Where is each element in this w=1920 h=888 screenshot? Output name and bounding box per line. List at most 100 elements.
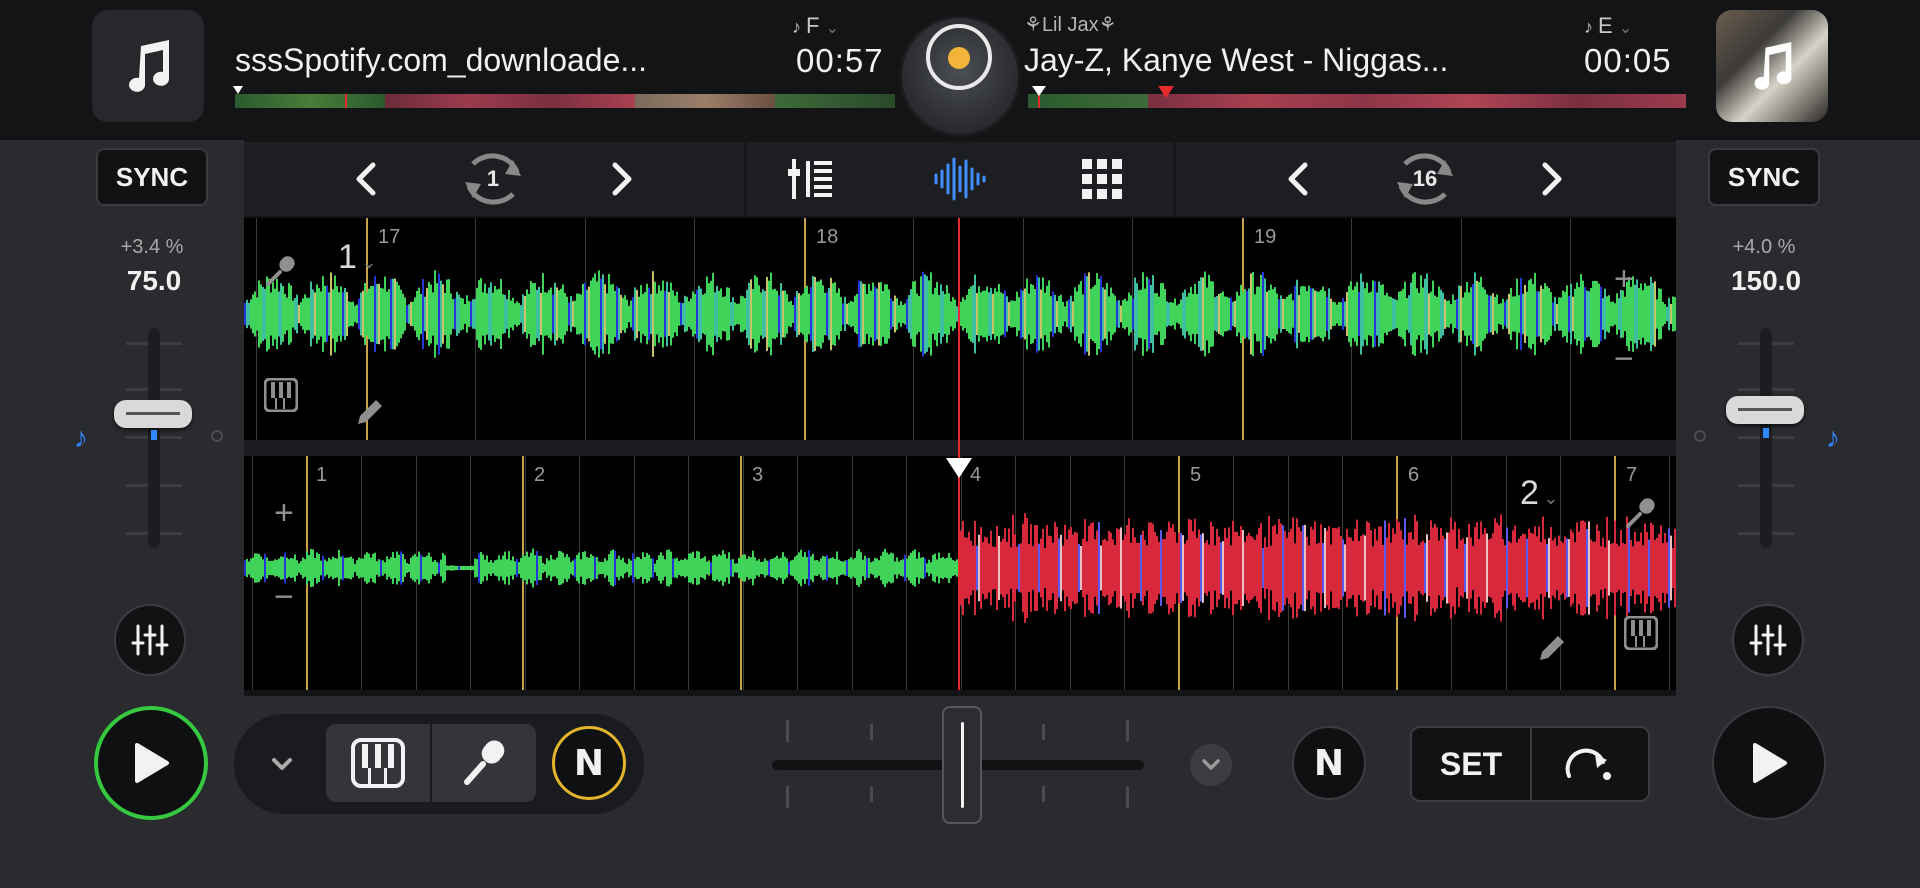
- waveform-sample: [802, 556, 804, 580]
- waveform-sample: [380, 560, 382, 576]
- deck2-number[interactable]: 2 ⌄: [1520, 474, 1558, 513]
- deck1-sync-button[interactable]: SYNC: [96, 148, 208, 206]
- music-note-icon[interactable]: ♪: [1826, 422, 1840, 454]
- minus-icon[interactable]: −: [1614, 340, 1634, 379]
- waveform-sample: [358, 298, 360, 330]
- waveform-sample: [1508, 293, 1510, 335]
- deck2-track-title[interactable]: Jay-Z, Kanye West - Niggas...: [1024, 42, 1448, 79]
- waveform-sample: [1030, 283, 1032, 345]
- waveform-sample: [572, 560, 574, 576]
- deck2-waveform[interactable]: 1 2 3 4 5 6 7 2 ⌄ + −: [244, 456, 1676, 690]
- waveform-sample: [536, 551, 538, 585]
- waveform-sample: [1546, 543, 1548, 593]
- neural-mix-button-deck2[interactable]: N: [1292, 726, 1366, 800]
- waveform-sample: [688, 301, 690, 327]
- waveform-sample: [450, 293, 452, 335]
- mixer-view-button[interactable]: [786, 150, 838, 208]
- waveform-sample: [556, 287, 558, 341]
- deck2-sync-button[interactable]: SYNC: [1708, 148, 1820, 206]
- waveform-sample: [1422, 540, 1424, 596]
- waveform-sample: [416, 290, 418, 338]
- waveform-sample: [844, 296, 846, 332]
- neural-mix-button-deck1[interactable]: N: [552, 726, 626, 800]
- chevron-down-icon: ⌄: [825, 20, 839, 37]
- set-cue-button[interactable]: SET: [1412, 728, 1530, 800]
- pencil-icon[interactable]: [352, 396, 386, 435]
- deck1-artwork[interactable]: [92, 10, 204, 122]
- waveform-sample: [254, 553, 256, 583]
- crossfader-thumb[interactable]: [942, 706, 982, 824]
- deck1-play-button[interactable]: [94, 706, 208, 820]
- waveform-sample: [646, 553, 648, 583]
- deck2-fader-thumb[interactable]: [1726, 396, 1804, 424]
- waveform-sample: [742, 554, 744, 582]
- deck2-loop-double-button[interactable]: [1530, 152, 1574, 206]
- deck2-bpm[interactable]: 150.0: [1696, 265, 1836, 297]
- piano-icon[interactable]: [1623, 615, 1659, 655]
- pads-view-button[interactable]: [1078, 150, 1126, 208]
- deck2-play-button[interactable]: [1712, 706, 1826, 820]
- deck2-loop-button[interactable]: 16: [1388, 146, 1462, 212]
- jump-to-cue-button[interactable]: [1532, 728, 1648, 800]
- deck1-key[interactable]: ♪ F ⌄: [792, 13, 839, 39]
- deck1-overview-waveform[interactable]: [235, 94, 895, 108]
- waveform-sample: [1220, 292, 1222, 336]
- waveform-sample: [1552, 302, 1554, 326]
- piano-icon[interactable]: [263, 377, 299, 417]
- waveform-sample: [996, 291, 998, 337]
- deck2-loop-half-button[interactable]: [1276, 152, 1320, 206]
- plus-icon[interactable]: +: [274, 494, 294, 533]
- deck1-loop-double-button[interactable]: [600, 152, 644, 206]
- waveform-sample: [1152, 523, 1154, 613]
- deck2-key[interactable]: ♪ E ⌄: [1584, 13, 1632, 39]
- deck2-fader-reset-dot[interactable]: [1694, 430, 1706, 442]
- piano-pad-button[interactable]: [326, 724, 430, 802]
- crossfader-tick: [870, 724, 873, 740]
- deck1-eq-button[interactable]: [114, 604, 186, 676]
- waveform-sample: [858, 280, 860, 348]
- waveform-sample: [1446, 300, 1448, 328]
- chevron-left-icon: [1288, 162, 1308, 196]
- waveform-sample: [1594, 541, 1596, 595]
- waveform-sample: [798, 293, 800, 335]
- waveform-sample: [998, 284, 1000, 344]
- waveform-view-button[interactable]: [930, 150, 990, 208]
- deck1-waveform[interactable]: 17 18 19 1 ⌄ + −: [244, 218, 1676, 440]
- microphone-icon[interactable]: [1624, 496, 1658, 535]
- pencil-icon[interactable]: [1534, 632, 1568, 671]
- waveform-sample: [1474, 527, 1476, 609]
- waveform-sample: [370, 557, 372, 579]
- microphone-icon[interactable]: [264, 254, 298, 297]
- waveform-sample: [676, 557, 678, 579]
- waveform-sample: [1226, 296, 1228, 332]
- waveform-sample: [648, 554, 650, 582]
- waveform-sample: [1132, 527, 1134, 609]
- deck1-fader-thumb[interactable]: [114, 400, 192, 428]
- waveform-sample: [534, 555, 536, 581]
- waveform-sample: [1286, 537, 1288, 599]
- waveform-sample: [540, 292, 542, 336]
- crossfader-options-button[interactable]: [1190, 744, 1232, 786]
- waveform-sample: [604, 284, 606, 344]
- plus-icon[interactable]: +: [1614, 260, 1634, 299]
- deck1-loop-half-button[interactable]: [344, 152, 388, 206]
- waveform-sample: [692, 551, 694, 585]
- music-note-icon[interactable]: ♪: [74, 422, 88, 454]
- deck1-track-title[interactable]: sssSpotify.com_downloade...: [235, 42, 647, 79]
- deck1-loop-button[interactable]: 1: [456, 146, 530, 212]
- waveform-sample: [1500, 514, 1502, 622]
- waveform-sample: [316, 552, 318, 584]
- deck1-fader-reset-dot[interactable]: [211, 430, 223, 442]
- minus-icon[interactable]: −: [274, 578, 294, 617]
- deck1-number[interactable]: 1 ⌄: [338, 238, 376, 277]
- deck2-eq-button[interactable]: [1732, 604, 1804, 676]
- waveform-sample: [1416, 521, 1418, 615]
- deck2-artwork[interactable]: [1716, 10, 1828, 122]
- fx-expand-button[interactable]: [262, 744, 302, 784]
- deck2-overview-waveform[interactable]: [1028, 94, 1686, 108]
- microphone-pad-button[interactable]: [432, 724, 536, 802]
- waveform-sample: [1204, 542, 1206, 594]
- waveform-sample: [1380, 526, 1382, 610]
- deck1-bpm[interactable]: 75.0: [84, 265, 224, 297]
- waveform-sample: [1372, 280, 1374, 348]
